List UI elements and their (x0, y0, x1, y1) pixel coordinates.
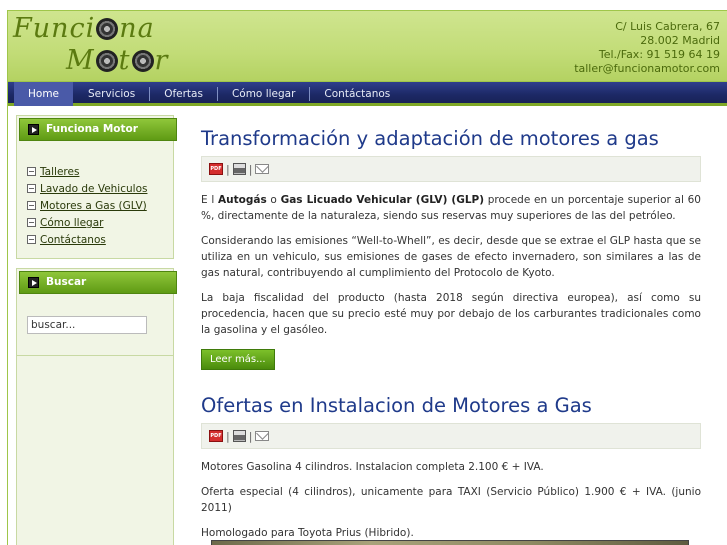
bullet-icon (27, 167, 36, 176)
article-toolbar: PDF | | (201, 156, 701, 182)
sidebar-item-contactanos[interactable]: Contáctanos (27, 232, 147, 249)
sidebar-item-lavado[interactable]: Lavado de Vehiculos (27, 181, 147, 198)
sidebar-empty-module (16, 356, 174, 545)
article-image (211, 540, 689, 545)
article-paragraph: Oferta especial (4 cilindros), unicament… (201, 486, 701, 514)
article-title[interactable]: Ofertas en Instalacion de Motores a Gas (201, 393, 701, 419)
arrow-right-icon (28, 277, 39, 288)
article-paragraph: Motores Gasolina 4 cilindros. Instalacio… (201, 461, 544, 473)
wheel-icon (131, 50, 154, 72)
article-title[interactable]: Transformación y adaptación de motores a… (201, 126, 701, 152)
bullet-icon (27, 218, 36, 227)
search-module-title: Buscar (19, 271, 177, 294)
contact-address: C/ Luis Cabrera, 67 (615, 20, 720, 33)
nav-item-contactanos[interactable]: Contáctanos (310, 87, 404, 101)
article-paragraph: Homologado para Toyota Prius (Hibrido). (201, 527, 414, 539)
arrow-right-icon (28, 124, 39, 135)
contact-email[interactable]: taller@funcionamotor.com (574, 62, 720, 76)
main-nav: Home Servicios Ofertas Cómo llegar Contá… (8, 82, 727, 106)
toolbar-separator: | (248, 162, 253, 176)
article-paragraph: Considerando las emisiones “Well-to-Whel… (201, 235, 701, 279)
site-logo[interactable]: Funci na Mtr (11, 13, 201, 77)
menu-module-title: Funciona Motor (19, 118, 177, 141)
article-paragraph: La baja fiscalidad del producto (hasta 2… (201, 292, 701, 336)
sidebar-item-como-llegar[interactable]: Cómo llegar (27, 215, 147, 232)
site-header: Funci na Mtr C/ Luis Cabrera, 67 28.002 M… (8, 11, 727, 82)
article-paragraph: E l Autogás o Gas Licuado Vehicular (GLV… (201, 194, 701, 222)
nav-item-home[interactable]: Home (14, 82, 74, 106)
bullet-icon (27, 201, 36, 210)
read-more-button[interactable]: Leer más... (201, 349, 275, 370)
article-ofertas: Ofertas en Instalacion de Motores a Gas … (201, 393, 701, 545)
toolbar-separator: | (226, 429, 230, 443)
email-icon[interactable] (255, 431, 270, 441)
sidebar-menu-module: Funciona Motor Talleres Lavado de Vehicu… (16, 115, 177, 259)
contact-info: C/ Luis Cabrera, 67 28.002 Madrid Tel./F… (574, 20, 720, 76)
sidebar-item-motores-gas[interactable]: Motores a Gas (GLV) (27, 198, 147, 215)
page-container: Funci na Mtr C/ Luis Cabrera, 67 28.002 M… (7, 10, 727, 545)
search-input[interactable] (27, 316, 147, 334)
article-transformacion: Transformación y adaptación de motores a… (201, 126, 701, 370)
nav-item-servicios[interactable]: Servicios (74, 87, 151, 101)
sidebar-search-module: Buscar (16, 268, 177, 356)
contact-city: 28.002 Madrid (640, 34, 720, 47)
bullet-icon (27, 235, 36, 244)
contact-phone: Tel./Fax: 91 519 64 19 (598, 48, 720, 61)
print-icon[interactable] (232, 163, 246, 175)
nav-item-como-llegar[interactable]: Cómo llegar (218, 87, 311, 101)
toolbar-separator: | (226, 162, 230, 176)
toolbar-separator: | (248, 429, 253, 443)
sidebar-item-talleres[interactable]: Talleres (27, 164, 147, 181)
article-toolbar: PDF | | (201, 423, 701, 449)
email-icon[interactable] (255, 164, 270, 174)
pdf-icon[interactable]: PDF (209, 163, 223, 175)
wheel-icon (96, 18, 119, 40)
print-icon[interactable] (232, 430, 246, 442)
wheel-icon (95, 50, 118, 72)
nav-item-ofertas[interactable]: Ofertas (150, 87, 218, 101)
sidebar-menu: Talleres Lavado de Vehiculos Motores a G… (27, 164, 147, 249)
pdf-icon[interactable]: PDF (209, 430, 223, 442)
bullet-icon (27, 184, 36, 193)
